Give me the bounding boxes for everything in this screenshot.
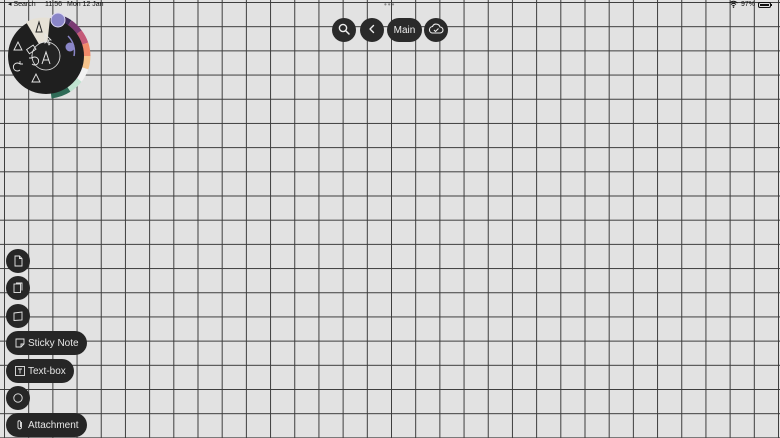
search-icon	[338, 23, 350, 38]
page-icon	[12, 255, 24, 267]
battery-percentage: 97%	[741, 1, 756, 8]
add-shape-button[interactable]	[6, 386, 30, 410]
status-bar: ◂ Search 11:56 Mon 12 Jan ••• 97%	[0, 0, 780, 10]
chevron-left-icon	[367, 24, 377, 37]
back-to-search-link[interactable]: ◂ Search	[8, 0, 36, 10]
text-box-label: Text-box	[28, 365, 66, 377]
battery-level	[760, 4, 769, 6]
notebook-title-button[interactable]: Main	[387, 18, 422, 42]
battery-tip	[771, 4, 772, 6]
cloud-sync-icon	[428, 23, 444, 38]
color-swatch-peach[interactable]	[79, 55, 91, 70]
selected-color-indicator[interactable]	[50, 12, 66, 28]
wifi-icon	[729, 0, 738, 12]
back-button[interactable]	[360, 18, 384, 42]
status-date: Mon 12 Jan	[67, 1, 104, 8]
search-button[interactable]	[332, 18, 356, 42]
add-template-button[interactable]	[6, 276, 30, 300]
notebook-title: Main	[393, 24, 416, 36]
sync-button[interactable]	[424, 18, 448, 42]
attachment-label: Attachment	[28, 419, 79, 431]
template-icon	[12, 282, 24, 294]
frame-icon	[12, 310, 24, 322]
battery-icon	[758, 2, 771, 8]
paperclip-icon	[14, 419, 26, 431]
color-swatch-coral[interactable]	[79, 42, 91, 57]
multitasking-dots[interactable]: •••	[384, 0, 395, 10]
text-box-icon	[14, 365, 26, 377]
sticky-note-label: Sticky Note	[28, 337, 79, 349]
inner-ring	[31, 41, 61, 71]
sticky-note-icon	[14, 337, 26, 349]
attachment-button[interactable]: Attachment	[6, 413, 87, 437]
add-frame-button[interactable]	[6, 304, 30, 328]
status-time: 11:56	[45, 1, 62, 8]
sticky-note-button[interactable]: Sticky Note	[6, 331, 87, 355]
tool-wheel[interactable]	[6, 12, 96, 102]
circle-shape-icon	[12, 392, 24, 404]
text-box-button[interactable]: Text-box	[6, 359, 74, 383]
add-page-button[interactable]	[6, 249, 30, 273]
